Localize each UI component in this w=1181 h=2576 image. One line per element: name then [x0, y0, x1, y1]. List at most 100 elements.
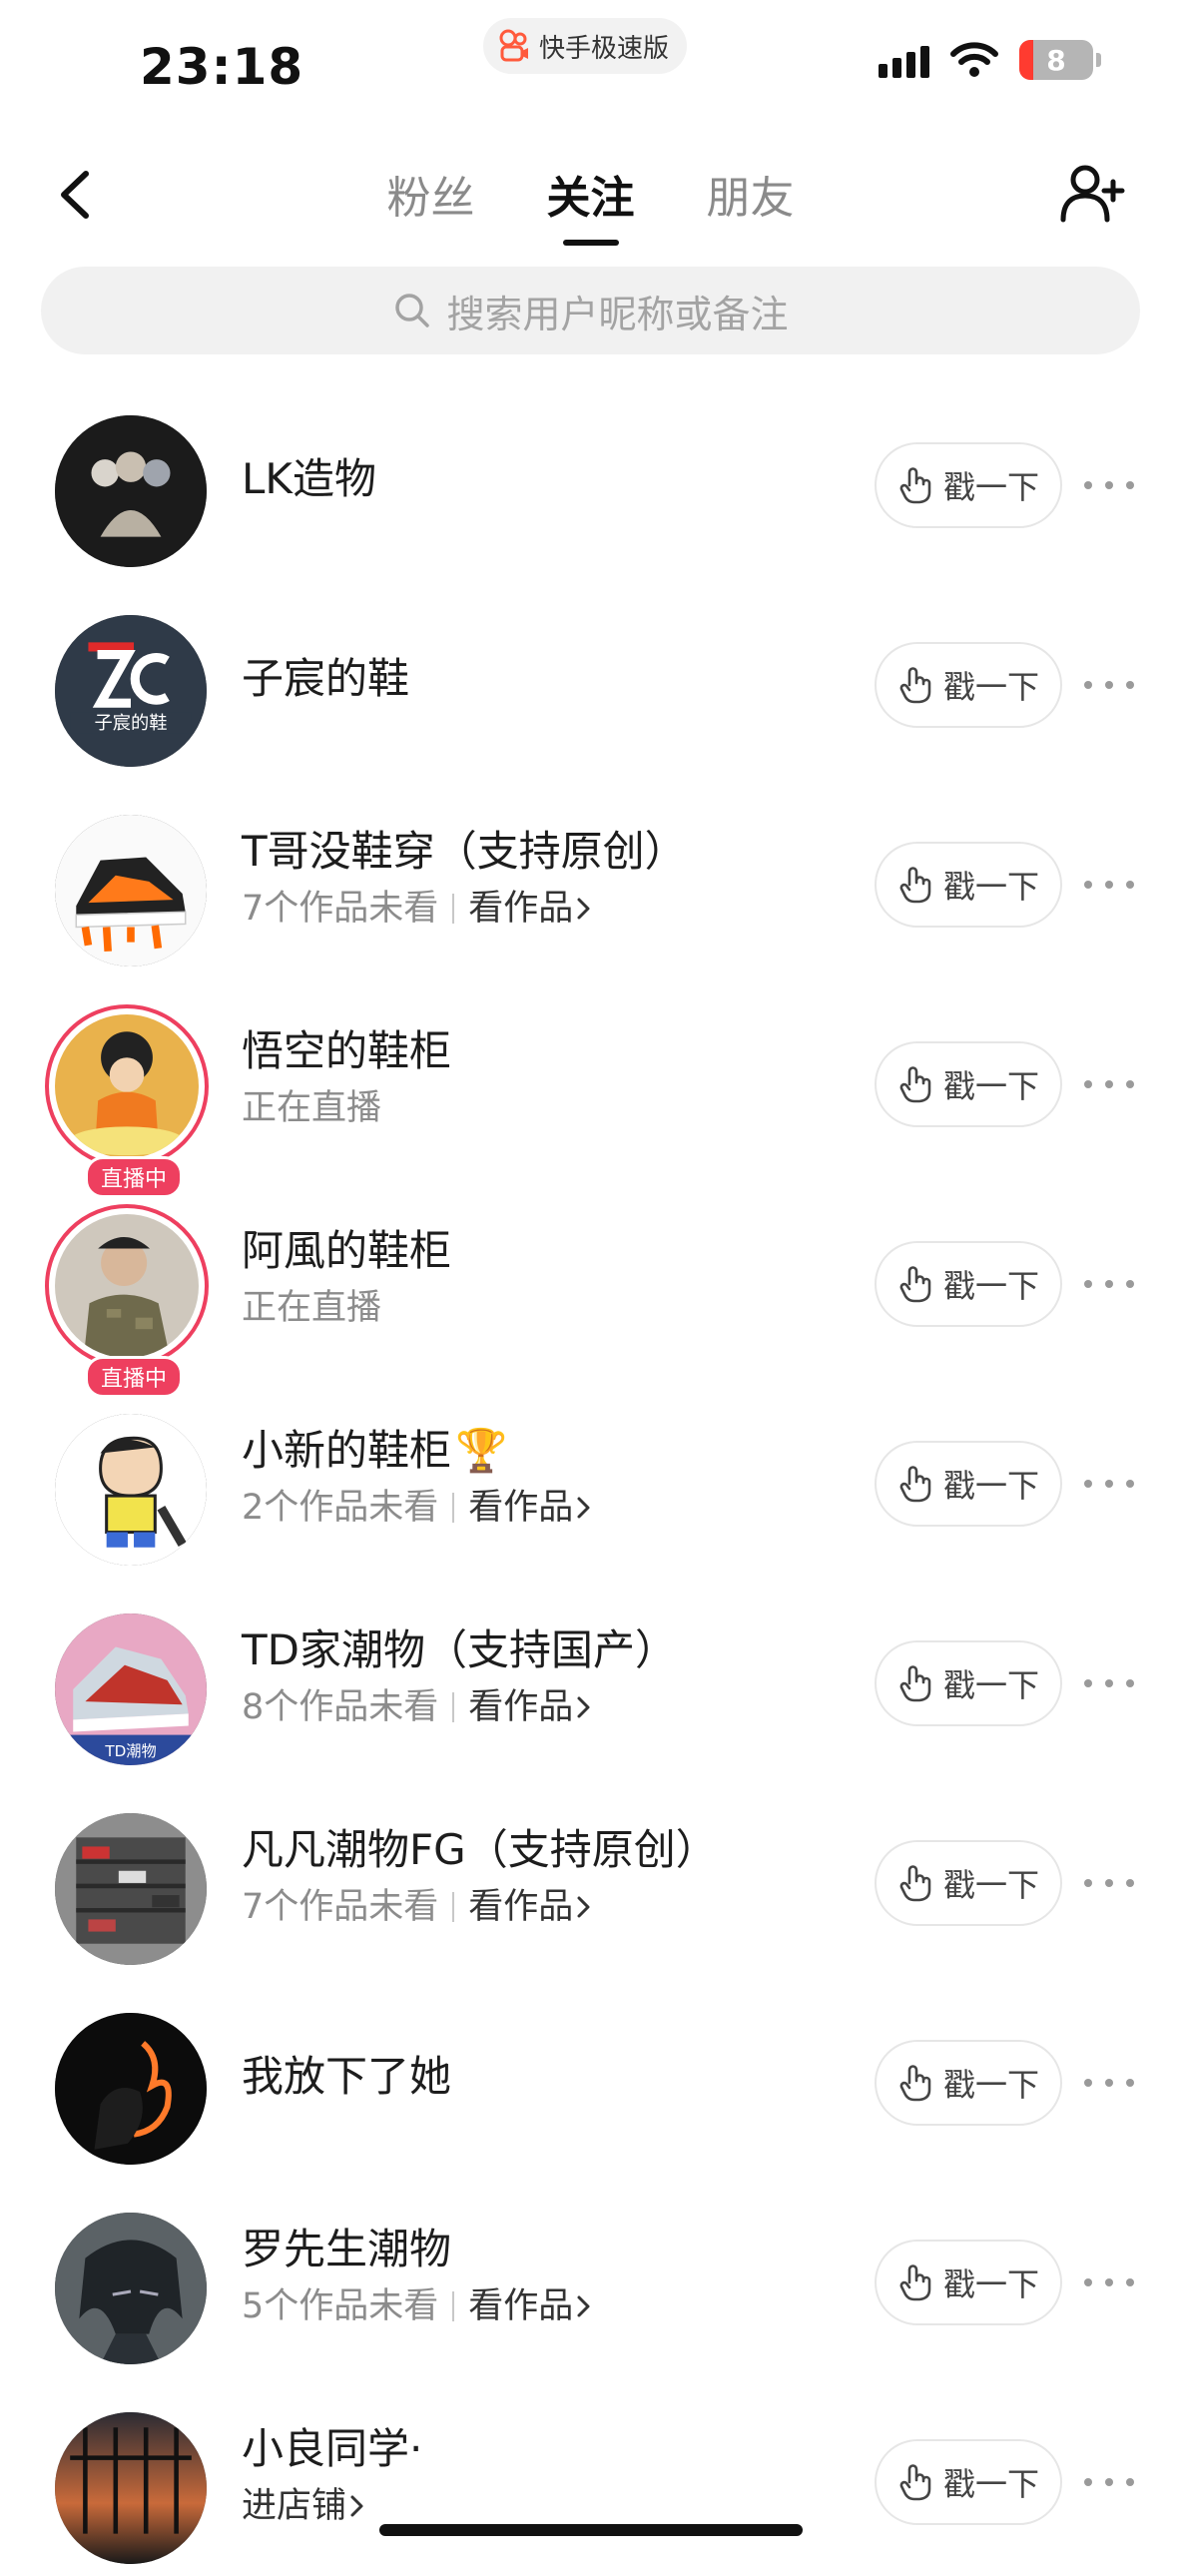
poke-button[interactable]: 戳一下 — [875, 1241, 1062, 1327]
dot-icon — [1105, 1879, 1113, 1887]
avatar[interactable] — [55, 815, 207, 966]
dot-icon — [1105, 2478, 1113, 2486]
poke-label: 戳一下 — [942, 2066, 1039, 2104]
more-options-button[interactable] — [1084, 1873, 1134, 1893]
user-name: 小良同学· — [242, 2424, 423, 2473]
following-list-item[interactable]: 凡凡潮物FG（支持原创） 7个作品未看 看作品 戳一下 — [0, 1777, 1181, 1977]
poke-button[interactable]: 戳一下 — [875, 1041, 1062, 1127]
link-label: 看作品 — [468, 2286, 574, 2326]
avatar[interactable]: 子宸的鞋 — [55, 615, 207, 767]
poke-button[interactable]: 戳一下 — [875, 1840, 1062, 1926]
tab-friends[interactable]: 朋友 — [707, 162, 795, 240]
view-works-link[interactable]: 看作品 — [468, 1484, 595, 1532]
avatar[interactable] — [55, 2412, 207, 2564]
user-name-row[interactable]: 悟空的鞋柜 — [242, 1024, 451, 1078]
user-info: 阿風的鞋柜 正在直播 — [242, 1178, 451, 1378]
app-indicator-pill[interactable]: 快手极速版 — [483, 18, 688, 74]
poke-button[interactable]: 戳一下 — [875, 642, 1062, 728]
more-options-button[interactable] — [1084, 2472, 1134, 2492]
more-options-button[interactable] — [1084, 875, 1134, 895]
user-name-row[interactable]: 我放下了她 — [242, 2050, 451, 2104]
user-name-row[interactable]: 小新的鞋柜 🏆 — [242, 1424, 595, 1478]
add-user-button[interactable] — [1059, 160, 1125, 226]
poke-button[interactable]: 戳一下 — [875, 2439, 1062, 2525]
more-options-button[interactable] — [1084, 2272, 1134, 2292]
following-list-item[interactable]: T哥没鞋穿（支持原创） 7个作品未看 看作品 戳一下 — [0, 779, 1181, 978]
more-options-button[interactable] — [1084, 2073, 1134, 2093]
poke-button[interactable]: 戳一下 — [875, 442, 1062, 528]
view-works-link[interactable]: 看作品 — [468, 1683, 595, 1731]
user-name-row[interactable]: TD家潮物（支持国产） — [242, 1623, 677, 1677]
view-works-link[interactable]: 看作品 — [468, 1883, 595, 1931]
more-options-button[interactable] — [1084, 675, 1134, 695]
avatar-container — [55, 2013, 207, 2165]
user-name-row[interactable]: 小良同学· — [242, 2422, 422, 2476]
more-options-button[interactable] — [1084, 475, 1134, 495]
user-name-row[interactable]: 罗先生潮物 — [242, 2223, 595, 2276]
view-works-link[interactable]: 看作品 — [468, 2282, 595, 2330]
user-name-row[interactable]: LK造物 — [242, 452, 376, 506]
following-list-item[interactable]: 罗先生潮物 5个作品未看 看作品 戳一下 — [0, 2177, 1181, 2376]
status-text: 正在直播 — [242, 1288, 382, 1328]
poke-label: 戳一下 — [942, 1267, 1039, 1305]
more-options-button[interactable] — [1084, 1673, 1134, 1693]
chevron-right-icon — [350, 2495, 363, 2517]
user-subtitle: 正在直播 — [242, 1084, 451, 1132]
tap-hand-icon — [899, 2065, 931, 2102]
poke-label: 戳一下 — [942, 1067, 1039, 1105]
avatar[interactable] — [55, 2213, 207, 2364]
status-text: 正在直播 — [242, 1088, 382, 1128]
view-works-link[interactable]: 看作品 — [468, 885, 595, 933]
user-name-row[interactable]: 子宸的鞋 — [242, 652, 409, 706]
avatar[interactable] — [55, 2013, 207, 2165]
user-name: 子宸的鞋 — [242, 654, 410, 703]
search-placeholder: 搜索用户昵称或备注 — [446, 292, 789, 336]
status-text: 5个作品未看 — [242, 2286, 439, 2326]
more-options-button[interactable] — [1084, 1274, 1134, 1294]
dot-icon — [1105, 881, 1113, 889]
user-name-row[interactable]: 凡凡潮物FG（支持原创） — [242, 1823, 718, 1877]
search-bar[interactable]: 搜索用户昵称或备注 — [41, 267, 1140, 354]
avatar[interactable] — [45, 1204, 209, 1368]
dot-icon — [1126, 1080, 1134, 1088]
following-list-item[interactable]: TD潮物 TD家潮物（支持国产） 8个作品未看 看作品 戳一下 — [0, 1578, 1181, 1777]
dot-icon — [1126, 681, 1134, 689]
avatar[interactable]: TD潮物 — [55, 1613, 207, 1765]
tab-fans[interactable]: 粉丝 — [387, 162, 475, 240]
following-list-item[interactable]: 小良同学· 进店铺 戳一下 — [0, 2376, 1181, 2576]
following-list-item[interactable]: 小新的鞋柜 🏆 2个作品未看 看作品 戳一下 — [0, 1378, 1181, 1578]
avatar[interactable] — [55, 1414, 207, 1566]
trophy-icon: 🏆 — [455, 1426, 508, 1475]
following-list-item[interactable]: LK造物 戳一下 — [0, 379, 1181, 579]
avatar[interactable] — [55, 415, 207, 567]
user-name-row[interactable]: 阿風的鞋柜 — [242, 1224, 451, 1278]
following-list-item[interactable]: 直播中 悟空的鞋柜 正在直播 戳一下 — [0, 978, 1181, 1198]
link-label: 看作品 — [468, 1887, 574, 1927]
poke-button[interactable]: 戳一下 — [875, 1441, 1062, 1527]
poke-button[interactable]: 戳一下 — [875, 1640, 1062, 1726]
following-list-item[interactable]: 子宸的鞋 子宸的鞋 戳一下 — [0, 579, 1181, 779]
nav-bar: 粉丝 关注 朋友 — [0, 140, 1181, 250]
tap-hand-icon — [899, 1865, 931, 1902]
view-works-link[interactable]: 进店铺 — [242, 2482, 368, 2530]
chevron-right-icon — [577, 2295, 590, 2317]
more-options-button[interactable] — [1084, 1474, 1134, 1494]
user-subtitle: 正在直播 — [242, 1284, 451, 1332]
following-list-item[interactable]: 我放下了她 戳一下 — [0, 1977, 1181, 2177]
poke-button[interactable]: 戳一下 — [875, 2040, 1062, 2126]
dot-icon — [1126, 481, 1134, 489]
chevron-right-icon — [577, 1896, 590, 1918]
following-list-item[interactable]: 直播中 阿風的鞋柜 正在直播 戳一下 — [0, 1178, 1181, 1398]
poke-button[interactable]: 戳一下 — [875, 842, 1062, 928]
avatar[interactable] — [45, 1004, 209, 1168]
user-name-row[interactable]: T哥没鞋穿（支持原创） — [242, 825, 687, 879]
tap-hand-icon — [899, 1665, 931, 1702]
dot-icon — [1084, 1879, 1092, 1887]
more-options-button[interactable] — [1084, 1074, 1134, 1094]
avatar-container — [55, 415, 207, 567]
avatar-container — [55, 2213, 207, 2364]
user-name: LK造物 — [242, 454, 376, 503]
avatar[interactable] — [55, 1813, 207, 1965]
poke-button[interactable]: 戳一下 — [875, 2240, 1062, 2325]
tab-following[interactable]: 关注 — [547, 162, 635, 246]
